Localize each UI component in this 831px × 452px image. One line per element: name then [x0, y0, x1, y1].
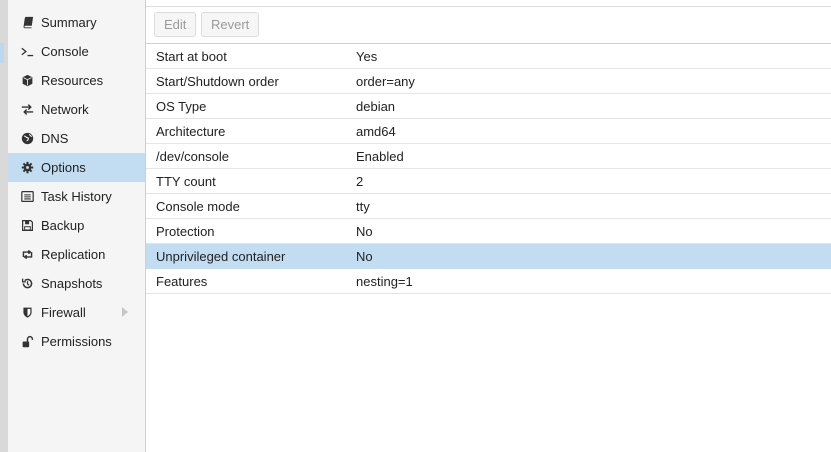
option-key: /dev/console	[156, 148, 229, 164]
sidebar-item-permissions[interactable]: Permissions	[8, 327, 145, 356]
sidebar-item-options[interactable]: Options	[8, 153, 145, 182]
edit-button[interactable]: Edit	[154, 12, 197, 37]
left-panel-selection-marker	[0, 43, 4, 63]
options-row-os-type[interactable]: OS Type debian	[146, 94, 831, 119]
sidebar-item-label: Task History	[41, 189, 112, 204]
options-row-tty-count[interactable]: TTY count 2	[146, 169, 831, 194]
sidebar-item-label: Replication	[41, 247, 106, 262]
toolbar: Edit Revert	[146, 7, 831, 44]
option-key: TTY count	[156, 173, 216, 189]
sidebar-item-resources[interactable]: Resources	[8, 66, 145, 95]
sidebar-item-replication[interactable]: Replication	[8, 240, 145, 269]
options-row-features[interactable]: Features nesting=1	[146, 269, 831, 294]
option-key: Unprivileged container	[156, 248, 286, 264]
globe-icon	[19, 131, 35, 147]
sidebar-item-label: Firewall	[41, 305, 86, 320]
options-row-start-at-boot[interactable]: Start at boot Yes	[146, 44, 831, 69]
sidebar-item-firewall[interactable]: Firewall	[8, 298, 145, 327]
option-key: Features	[156, 273, 208, 289]
options-grid: Start at boot Yes Start/Shutdown order o…	[146, 44, 831, 294]
option-value: No	[356, 248, 373, 264]
unlock-icon	[19, 334, 35, 350]
option-value: debian	[356, 98, 396, 114]
expand-arrow-icon[interactable]	[122, 307, 128, 317]
gear-icon	[19, 160, 35, 176]
option-value: nesting=1	[356, 273, 413, 289]
sidebar-item-label: Options	[41, 160, 86, 175]
panel-top-edge	[146, 0, 831, 7]
sidebar-item-backup[interactable]: Backup	[8, 211, 145, 240]
option-key: Start/Shutdown order	[156, 73, 279, 89]
options-row-unprivileged-container[interactable]: Unprivileged container No	[146, 244, 831, 269]
sidebar-item-console[interactable]: Console	[8, 37, 145, 66]
options-row-architecture[interactable]: Architecture amd64	[146, 119, 831, 144]
sidebar-item-label: Resources	[41, 73, 104, 88]
option-key: Architecture	[156, 123, 226, 139]
cube-icon	[19, 73, 35, 89]
options-row-protection[interactable]: Protection No	[146, 219, 831, 244]
sidebar-item-snapshots[interactable]: Snapshots	[8, 269, 145, 298]
list-alt-icon	[19, 189, 35, 205]
shield-icon	[19, 305, 35, 321]
option-key: Start at boot	[156, 48, 227, 64]
sidebar-item-task-history[interactable]: Task History	[8, 182, 145, 211]
sidebar-item-label: Summary	[41, 15, 97, 30]
option-value: order=any	[356, 73, 415, 89]
sidebar-item-label: Permissions	[41, 334, 112, 349]
sidebar-item-label: Network	[41, 102, 89, 117]
option-key: OS Type	[156, 98, 207, 114]
options-row-start-shutdown-order[interactable]: Start/Shutdown order order=any	[146, 69, 831, 94]
book-icon	[19, 15, 35, 31]
options-row-console-mode[interactable]: Console mode tty	[146, 194, 831, 219]
history-icon	[19, 276, 35, 292]
option-value: Yes	[356, 48, 378, 64]
options-row-dev-console[interactable]: /dev/console Enabled	[146, 144, 831, 169]
options-panel: Edit Revert Start at boot Yes Start/Shut…	[146, 0, 831, 452]
left-panel-edge	[0, 0, 8, 452]
sidebar-item-label: Backup	[41, 218, 85, 233]
option-value: 2	[356, 173, 364, 189]
option-value: No	[356, 223, 373, 239]
option-key: Console mode	[156, 198, 240, 214]
sidebar-item-network[interactable]: Network	[8, 95, 145, 124]
sidebar-item-label: DNS	[41, 131, 69, 146]
terminal-icon	[19, 44, 35, 60]
sidebar-item-summary[interactable]: Summary	[8, 8, 145, 37]
sidebar: Summary Console Resources Network DNS Op…	[8, 0, 146, 452]
sidebar-item-label: Snapshots	[41, 276, 103, 291]
option-value: Enabled	[356, 148, 404, 164]
floppy-icon	[19, 218, 35, 234]
revert-button[interactable]: Revert	[201, 12, 260, 37]
sidebar-item-label: Console	[41, 44, 89, 59]
option-value: tty	[356, 198, 370, 214]
retweet-icon	[19, 247, 35, 263]
option-key: Protection	[156, 223, 215, 239]
sidebar-item-dns[interactable]: DNS	[8, 124, 145, 153]
exchange-icon	[19, 102, 35, 118]
option-value: amd64	[356, 123, 396, 139]
